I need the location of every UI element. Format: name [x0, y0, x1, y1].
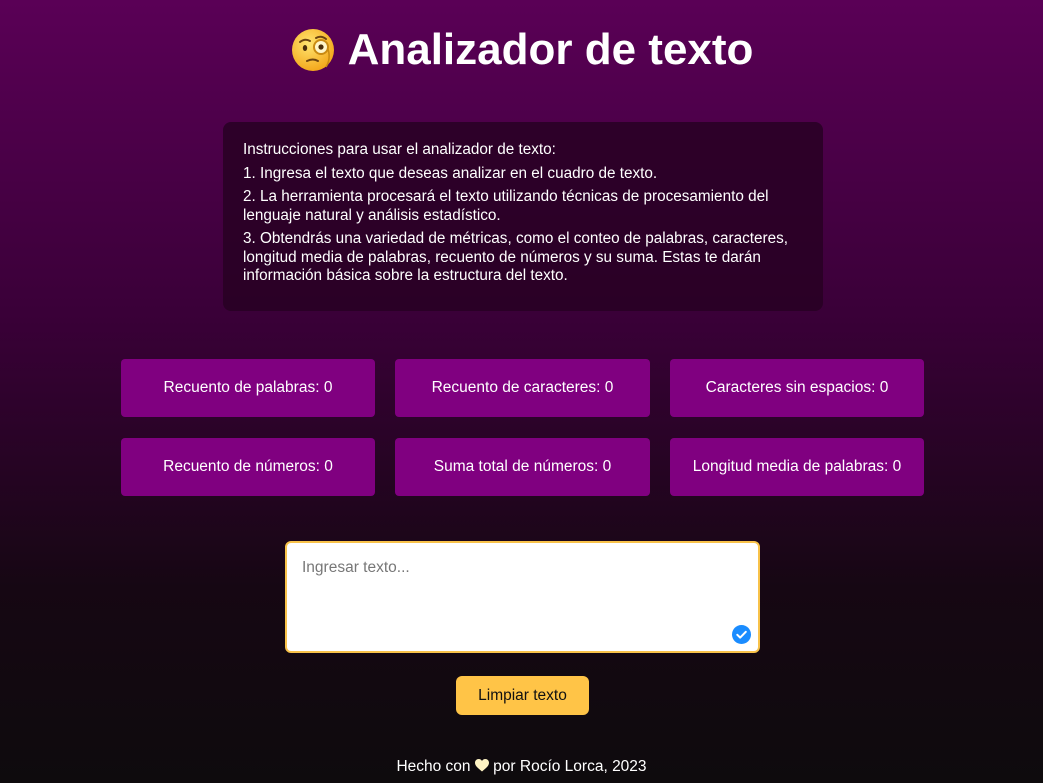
header: Analizador de texto	[0, 22, 1043, 78]
instruction-step-2: 2. La herramienta procesará el texto uti…	[243, 188, 769, 224]
metric-character-count: Recuento de caracteres: 0	[395, 359, 650, 417]
footer: Hecho con por Rocío Lorca, 2023	[0, 757, 1043, 777]
heart-icon	[474, 759, 489, 772]
instructions-panel: Instrucciones para usar el analizador de…	[223, 122, 823, 311]
text-input[interactable]	[287, 543, 757, 655]
page-title: Analizador de texto	[290, 22, 754, 78]
metric-word-count: Recuento de palabras: 0	[121, 359, 375, 417]
metric-average-word-length: Longitud media de palabras: 0	[670, 438, 924, 496]
instructions-heading: Instrucciones para usar el analizador de…	[243, 141, 556, 158]
checkmark-icon	[732, 625, 751, 644]
metrics-grid: Recuento de palabras: 0 Recuento de cara…	[121, 359, 924, 496]
metric-number-count: Recuento de números: 0	[121, 438, 375, 496]
text-input-container	[285, 541, 760, 655]
page-title-text: Analizador de texto	[347, 25, 754, 74]
instruction-step-3: 3. Obtendrás una variedad de métricas, c…	[243, 230, 789, 284]
footer-suffix: por Rocío Lorca, 2023	[493, 758, 647, 775]
metric-characters-no-spaces: Caracteres sin espacios: 0	[670, 359, 924, 417]
face-with-monocle-icon	[291, 29, 334, 71]
metric-number-sum: Suma total de números: 0	[395, 438, 650, 496]
instruction-step-1: 1. Ingresa el texto que deseas analizar …	[243, 164, 658, 182]
footer-prefix: Hecho con	[396, 758, 471, 775]
clear-text-button[interactable]: Limpiar texto	[456, 676, 589, 715]
